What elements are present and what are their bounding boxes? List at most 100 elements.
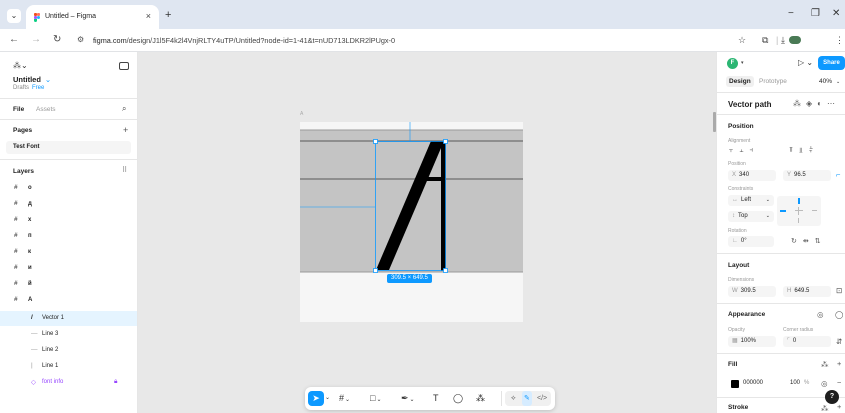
fill-hex-value[interactable]: 000000 [743,380,763,386]
constraints-widget[interactable] [777,196,821,226]
resize-handle[interactable] [373,139,378,144]
url-text[interactable]: figma.com/design/J1l5F4k2l4VnjRLTY4uTP/U… [93,36,395,45]
download-icon[interactable]: ⤓ [781,35,785,46]
glyph-drawing[interactable] [300,122,523,322]
file-caret-icon[interactable]: ⌄ [45,75,51,84]
window-minimize-button[interactable]: − [788,8,794,19]
move-tool-icon[interactable]: ➤ [308,391,324,406]
tab-design[interactable]: Design [726,76,754,87]
layer-row-selected[interactable]: / Vector 1 [0,311,137,326]
resize-handle[interactable] [443,139,448,144]
add-page-icon[interactable]: + [123,125,128,135]
url-field[interactable]: ⚙ figma.com/design/J1l5F4k2l4VnjRLTY4uTP… [71,32,711,49]
layer-row[interactable]: # к [0,245,137,260]
layer-row[interactable]: # o [0,181,137,196]
draw-mode-icon[interactable]: ✎ [522,391,532,406]
visibility-eye-icon[interactable]: ◎ [817,310,824,319]
window-close-button[interactable]: ✕ [832,8,840,19]
width-field[interactable]: W 309.5 [728,286,776,297]
layer-row[interactable]: # п [0,229,137,244]
move-tool-chevron-icon[interactable]: ⌄ [325,391,330,406]
fill-styles-icon[interactable]: ⁂ [821,360,829,369]
shape-tool-icon[interactable]: □⌄ [370,391,381,406]
sidebar-toggle-icon[interactable] [119,62,129,70]
add-stroke-icon[interactable]: + [837,402,841,411]
constraint-horizontal-select[interactable]: ↔ Left ⌄ [728,195,774,206]
search-icon[interactable]: ⌕ [122,104,126,114]
file-title[interactable]: Untitled ⌄ [13,75,51,84]
corner-radius-field[interactable]: ⌜ 0 [783,336,831,347]
layer-row[interactable]: — Line 3 [0,327,137,342]
layer-row[interactable]: # и [0,261,137,276]
browser-tab[interactable]: Untitled – Figma × [26,5,159,29]
add-fill-icon[interactable]: + [837,359,841,368]
share-button[interactable]: Share [818,56,845,70]
tab-close-icon[interactable]: × [146,11,151,21]
design-mode-icon[interactable]: ⟡ [511,391,516,406]
text-tool-icon[interactable]: T [433,391,439,406]
resize-handle[interactable] [373,268,378,273]
stroke-styles-icon[interactable]: ⁂ [821,404,829,413]
browser-menu-icon[interactable]: ⋮ [835,35,844,46]
layer-row[interactable]: # д [0,197,137,212]
fill-opacity-value[interactable]: 100 [790,380,800,386]
constraint-vertical-select[interactable]: ↕ Top ⌄ [728,211,774,222]
bookmark-star-icon[interactable]: ☆ [738,35,746,46]
vertical-alignment-icons[interactable]: ⫪⫫⫩ [789,147,819,155]
layer-row[interactable]: — Line 2 [0,343,137,358]
remove-fill-icon[interactable]: − [837,378,841,387]
page-item-test-font[interactable]: Test Font [6,141,131,154]
reload-icon[interactable]: ↻ [53,34,61,45]
window-maximize-button[interactable]: ❐ [811,8,820,19]
tab-file[interactable]: File [13,106,24,113]
line-2[interactable] [425,177,445,181]
layers-list-icon[interactable]: ⠿ [122,166,127,174]
frame-tool-icon[interactable]: #⌄ [339,391,350,406]
layer-row[interactable]: # A [0,293,137,308]
back-arrow-icon[interactable]: ← [9,34,19,45]
selection-actions-icons[interactable]: ⁂◈◐⋯ [793,99,840,108]
resize-to-fit-icon[interactable]: ⊡ [836,286,842,295]
tab-search-chevron-icon[interactable]: ⌄ [7,9,21,23]
dev-mode-icon[interactable]: </> [537,391,547,406]
zoom-level[interactable]: 40% [819,78,832,85]
panel-scrollbar[interactable] [713,112,716,132]
tab-prototype[interactable]: Prototype [759,78,787,85]
fill-color-swatch[interactable] [731,380,739,388]
artboard-frame-a[interactable] [300,122,523,322]
figma-menu-icon[interactable]: ⁂⌄ [13,61,28,70]
forward-arrow-icon[interactable]: → [31,34,41,45]
x-field[interactable]: X 340 [728,170,776,181]
frame-label[interactable]: A [300,111,303,117]
actions-tool-icon[interactable]: ⁂ [476,391,485,406]
avatar[interactable]: F [727,58,738,69]
lock-icon[interactable]: 🔒︎ [114,378,117,386]
canvas[interactable]: A 309.5 × 649.5 [138,52,716,413]
height-field[interactable]: H 649.5 [783,286,831,297]
help-button[interactable]: ? [825,390,839,404]
blend-mode-icon[interactable]: ◯ [835,310,843,319]
opacity-field[interactable]: ▦ 100% [728,336,776,347]
present-play-icon[interactable]: ▷ ⌄ [798,58,813,67]
zoom-chevron-icon[interactable]: ⌄ [836,79,840,85]
avatar-chevron-icon[interactable]: ▾ [741,60,744,66]
site-info-icon[interactable]: ⚙ [77,35,84,44]
pen-tool-icon[interactable]: ✒⌄ [401,391,415,406]
resize-handle[interactable] [443,268,448,273]
layer-row[interactable]: # x [0,213,137,228]
layer-row[interactable]: # й [0,277,137,292]
y-field[interactable]: Y 96.5 [783,170,831,181]
fill-visibility-eye-icon[interactable]: ◎ [821,379,828,388]
layer-row-component[interactable]: ◇ font info 🔒︎ [0,375,137,390]
new-tab-button[interactable]: + [165,9,171,21]
alignment-icons[interactable]: ⫟⫠⫞ [729,147,759,155]
drafts-location[interactable]: Drafts Free [13,85,44,91]
rotate-flip-icons[interactable]: ↻⇹⇅ [791,237,827,245]
profile-extension-icon[interactable] [789,36,801,44]
tab-assets[interactable]: Assets [36,106,56,113]
layer-row[interactable]: | Line 1 [0,359,137,374]
independent-corners-icon[interactable]: ⇵ [836,337,842,346]
rotation-field[interactable]: ∟ 0° [728,236,774,247]
constraint-toggle-icon[interactable]: ⌐ [836,170,840,179]
extensions-icon[interactable]: ⧉ [762,35,768,46]
